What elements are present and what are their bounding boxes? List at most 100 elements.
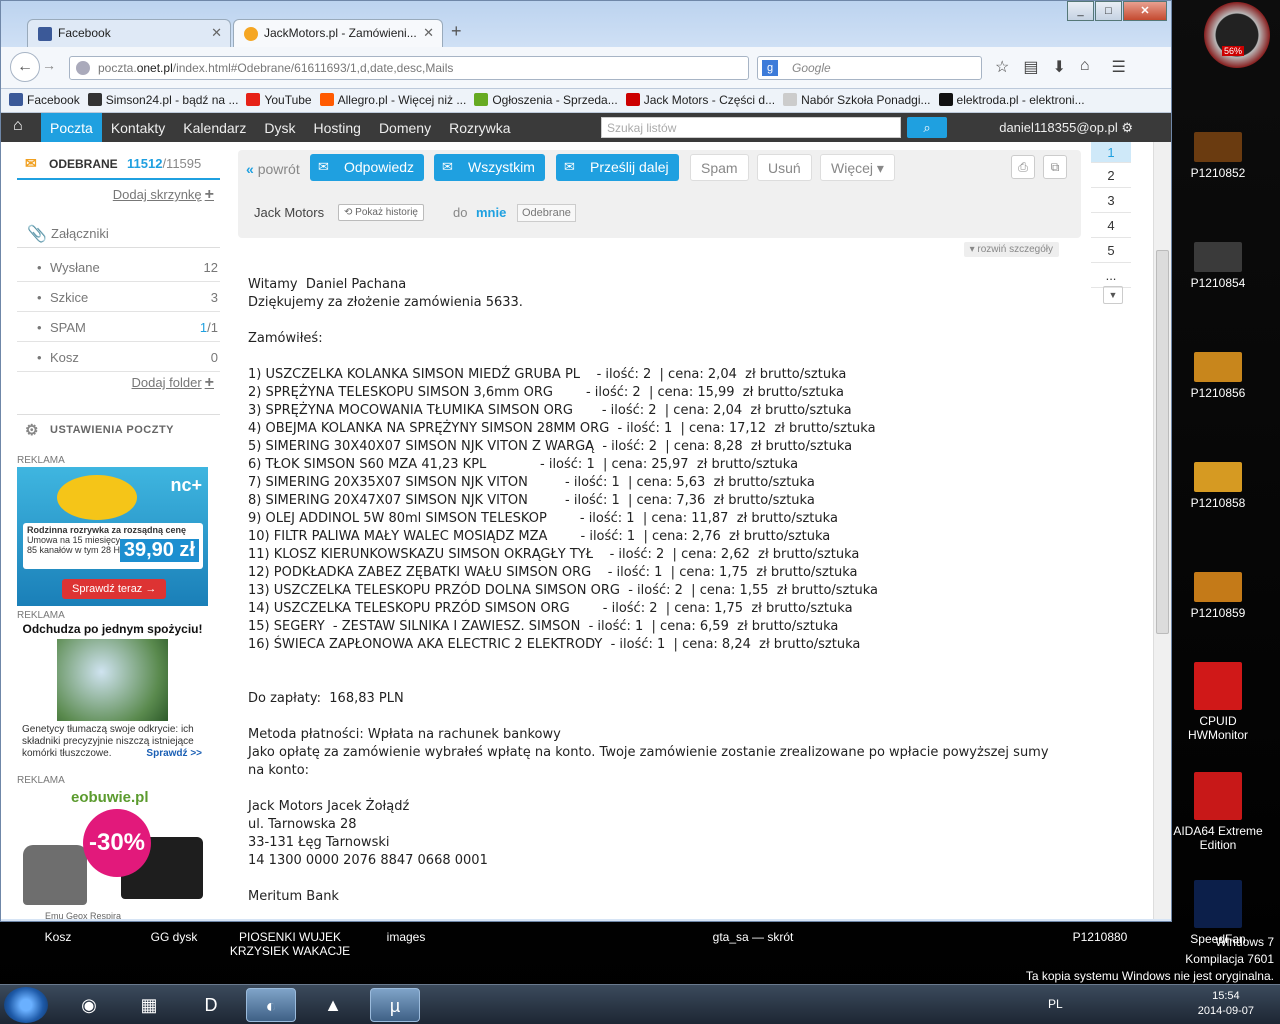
ad-title[interactable]: Odchudza po jednym spożyciu! bbox=[17, 622, 208, 636]
inbox-folder[interactable]: ✉ ODEBRANE 11512/11595 bbox=[17, 154, 220, 180]
add-folder-link[interactable]: Dodaj folder + bbox=[132, 374, 214, 392]
desktop-icon-label[interactable]: images bbox=[356, 930, 456, 944]
mail-search-button[interactable]: ⌕ bbox=[907, 117, 947, 138]
bookmark-item[interactable]: Ogłoszenia - Sprzeda... bbox=[466, 89, 618, 107]
user-account[interactable]: daniel118355@op.pl ⚙ bbox=[999, 120, 1133, 136]
desktop-icon[interactable]: AIDA64 Extreme Edition bbox=[1168, 772, 1268, 852]
bookmark-item[interactable]: Facebook bbox=[1, 89, 80, 107]
firefox-icon[interactable]: ◐ bbox=[246, 988, 296, 1022]
bookmark-label: elektroda.pl - elektroni... bbox=[956, 93, 1085, 107]
pager-item[interactable]: 5 bbox=[1091, 238, 1131, 263]
bookmark-item[interactable]: Simson24.pl - bądź na ... bbox=[80, 89, 238, 107]
explorer-icon[interactable]: ▦ bbox=[124, 988, 174, 1022]
app-d-icon[interactable]: D bbox=[186, 988, 236, 1022]
folder-item[interactable]: • Kosz 0 bbox=[17, 342, 220, 372]
add-mailbox-link[interactable]: Dodaj skrzynkę + bbox=[113, 186, 214, 204]
ad-link[interactable]: Sprawdź >> bbox=[146, 748, 202, 760]
forward-button[interactable]: ✉ Prześlij dalej bbox=[556, 154, 679, 181]
downloads-icon[interactable]: ⬇ bbox=[1052, 57, 1065, 77]
vertical-scrollbar[interactable] bbox=[1153, 142, 1171, 919]
desktop-icon[interactable]: CPUID HWMonitor bbox=[1168, 662, 1268, 742]
back-link[interactable]: « powrót bbox=[246, 161, 300, 177]
ad-image[interactable] bbox=[57, 639, 168, 721]
back-button[interactable]: ← bbox=[10, 52, 40, 82]
bookmark-star-icon[interactable]: ☆ bbox=[995, 57, 1009, 77]
home-icon[interactable]: ⌂ bbox=[1080, 57, 1090, 77]
bookmark-item[interactable]: Nabór Szkoła Ponadgi... bbox=[775, 89, 931, 107]
win-version: Windows 7 bbox=[1215, 935, 1274, 949]
utorrent-icon[interactable]: µ bbox=[370, 988, 420, 1022]
spam-button[interactable]: Spam bbox=[690, 154, 749, 181]
close-tab-icon[interactable]: ✕ bbox=[211, 25, 222, 41]
forward-button[interactable]: → bbox=[42, 57, 56, 73]
delete-button[interactable]: Usuń bbox=[757, 154, 812, 181]
bookmark-item[interactable]: elektroda.pl - elektroni... bbox=[931, 89, 1085, 107]
onet-nav-item[interactable]: Domeny bbox=[370, 113, 440, 142]
pager-item[interactable]: 2 bbox=[1091, 163, 1131, 188]
search-box[interactable]: g Google bbox=[757, 56, 982, 80]
gear-icon[interactable]: ⚙ bbox=[1121, 120, 1133, 135]
maximize-button[interactable]: □ bbox=[1095, 1, 1122, 21]
show-history-button[interactable]: ⟲ Pokaż historię bbox=[338, 204, 424, 221]
close-tab-icon[interactable]: ✕ bbox=[423, 25, 434, 41]
bookmarks-menu-icon[interactable]: ▤ bbox=[1023, 57, 1038, 77]
desktop-icon[interactable]: P1210856 bbox=[1168, 352, 1268, 400]
onet-nav-item[interactable]: Hosting bbox=[304, 113, 369, 142]
desktop-icon[interactable]: P1210854 bbox=[1168, 242, 1268, 290]
new-tab-button[interactable]: + bbox=[451, 21, 462, 42]
more-label: Więcej bbox=[831, 160, 874, 176]
pager-item[interactable]: 3 bbox=[1091, 188, 1131, 213]
language-indicator[interactable]: PL bbox=[1048, 997, 1063, 1011]
chrome-icon[interactable]: ◉ bbox=[64, 988, 114, 1022]
menu-icon[interactable]: ☰ bbox=[1112, 57, 1126, 77]
folder-item[interactable]: • Szkice 3 bbox=[17, 282, 220, 312]
folder-label: SPAM bbox=[50, 320, 86, 335]
mail-search-input[interactable]: Szukaj listów bbox=[601, 117, 901, 138]
clock[interactable]: 15:54 2014-09-07 bbox=[1198, 989, 1254, 1019]
ad-caption: Emu Geox Respira bbox=[45, 911, 122, 919]
home-icon[interactable]: ⌂ bbox=[13, 117, 23, 135]
reply-button[interactable]: ✉ Odpowiedz bbox=[310, 154, 425, 181]
ad-ncplus[interactable]: nc+ Rodzinna rozrywka za rozsądną cenę U… bbox=[17, 467, 208, 606]
recipient[interactable]: mnie bbox=[476, 205, 506, 220]
scrollbar-thumb[interactable] bbox=[1156, 250, 1169, 634]
folder-item[interactable]: • Wysłane 12 bbox=[17, 252, 220, 282]
attachments-folder[interactable]: 📎 Załączniki bbox=[17, 222, 220, 248]
close-window-button[interactable]: ✕ bbox=[1123, 1, 1167, 21]
pager-item[interactable]: 1 bbox=[1091, 142, 1131, 163]
tab-facebook[interactable]: Facebook ✕ bbox=[27, 19, 231, 47]
onet-nav-item[interactable]: Kontakty bbox=[102, 113, 174, 142]
minimize-button[interactable]: _ bbox=[1067, 1, 1094, 21]
onet-nav-item[interactable]: Kalendarz bbox=[174, 113, 255, 142]
desktop-icon-label[interactable]: GG dysk bbox=[124, 930, 224, 944]
bookmark-item[interactable]: Allegro.pl - Więcej niż ... bbox=[312, 89, 466, 107]
print-icon[interactable]: ⎙ bbox=[1011, 155, 1035, 179]
popout-icon[interactable]: ⧉ bbox=[1043, 155, 1067, 179]
bookmark-item[interactable]: Jack Motors - Części d... bbox=[618, 89, 775, 107]
more-button[interactable]: Więcej ▾ bbox=[820, 154, 895, 181]
desktop-icon-label[interactable]: gta_sa — skrót bbox=[680, 930, 826, 944]
reply-all-button[interactable]: ✉ Wszystkim bbox=[434, 154, 545, 181]
onet-nav-item[interactable]: Dysk bbox=[255, 113, 304, 142]
pager-item[interactable]: ... bbox=[1091, 263, 1131, 288]
ad-cta-button[interactable]: Sprawdź teraz → bbox=[62, 579, 167, 599]
onet-nav-item[interactable]: Poczta bbox=[41, 113, 102, 142]
start-button[interactable] bbox=[4, 987, 48, 1023]
desktop-icon[interactable]: P1210858 bbox=[1168, 462, 1268, 510]
bookmark-item[interactable]: YouTube bbox=[238, 89, 312, 107]
desktop-icon[interactable]: P1210859 bbox=[1168, 572, 1268, 620]
mail-settings-link[interactable]: ⚙ USTAWIENIA POCZTY bbox=[17, 414, 220, 444]
pager-down-icon[interactable]: ▼ bbox=[1103, 286, 1123, 304]
sender-name[interactable]: Jack Motors bbox=[254, 205, 324, 220]
pager-item[interactable]: 4 bbox=[1091, 213, 1131, 238]
vlc-icon[interactable]: ▲ bbox=[308, 988, 358, 1022]
folder-item[interactable]: • SPAM 1/1 bbox=[17, 312, 220, 342]
ad-eobuwie[interactable]: eobuwie.pl -30% Emu Geox Respira bbox=[17, 787, 208, 919]
url-bar[interactable]: poczta.onet.pl/index.html#Odebrane/61611… bbox=[69, 56, 749, 80]
expand-details-link[interactable]: ▾ rozwiń szczegóły bbox=[963, 242, 1059, 257]
onet-nav-item[interactable]: Rozrywka bbox=[440, 113, 519, 142]
desktop-icon-label[interactable]: Kosz bbox=[18, 930, 98, 944]
desktop-icon[interactable]: P1210852 bbox=[1168, 132, 1268, 180]
tab-jackmotors[interactable]: JackMotors.pl - Zamówieni... ✕ bbox=[233, 19, 443, 47]
desktop-icon-label[interactable]: PIOSENKI WUJEK KRZYSIEK WAKACJE bbox=[222, 930, 358, 958]
